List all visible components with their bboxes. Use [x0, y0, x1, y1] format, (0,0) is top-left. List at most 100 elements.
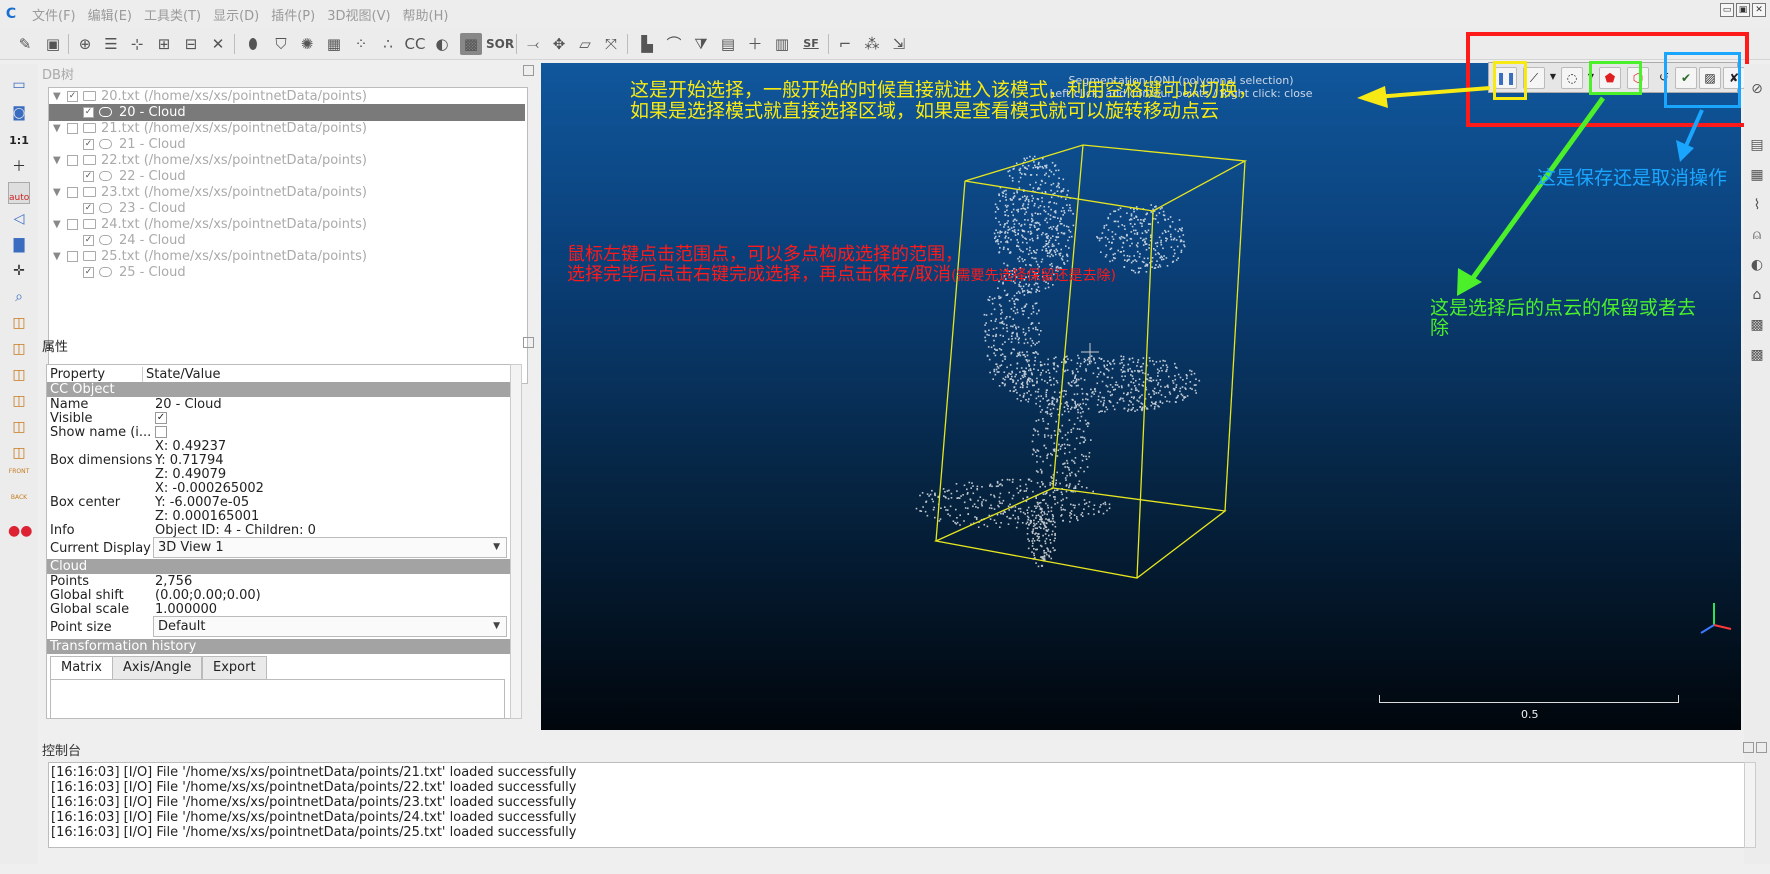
menu-help[interactable]: 帮助(H): [403, 5, 449, 24]
paint-icon[interactable]: ⬮: [242, 33, 264, 55]
render-icon[interactable]: ◐: [1746, 254, 1768, 276]
left-view-icon[interactable]: ◫: [8, 364, 30, 386]
console-scrollbar[interactable]: [1744, 762, 1756, 848]
tree-checkbox[interactable]: [67, 155, 78, 166]
tree-child[interactable]: ✓ 21 - Cloud: [49, 136, 525, 153]
list-icon[interactable]: ☰: [100, 33, 122, 55]
sample-icon[interactable]: ⁘: [350, 33, 372, 55]
grid2-icon[interactable]: ▩: [1746, 314, 1768, 336]
tree-checkbox[interactable]: [67, 219, 78, 230]
plane-icon[interactable]: ▱: [574, 33, 596, 55]
tree-checkbox[interactable]: [67, 187, 78, 198]
fit-icon[interactable]: ⤧: [600, 33, 622, 55]
grid3-icon[interactable]: ▩: [1746, 344, 1768, 366]
auto-pivot-button[interactable]: auto: [8, 182, 30, 204]
tree-checkbox[interactable]: ✓: [83, 267, 94, 278]
menu-edit[interactable]: 编辑(E): [88, 5, 132, 24]
export-icon[interactable]: ⇲: [888, 33, 910, 55]
gradient-icon[interactable]: ⌐: [834, 33, 856, 55]
sf-button[interactable]: SF: [798, 33, 824, 55]
menu-tools[interactable]: 工具类(T): [144, 5, 201, 24]
tree-checkbox[interactable]: [67, 123, 78, 134]
translate-rotate-icon[interactable]: ⊕: [74, 33, 96, 55]
no-entry-icon[interactable]: ⊘: [1746, 78, 1768, 100]
tree-node[interactable]: ▼ 21.txt (/home/xs/xs/pointnetData/point…: [49, 120, 525, 137]
tree-node[interactable]: ▼ ✓ 20.txt (/home/xs/xs/pointnetData/poi…: [49, 88, 525, 105]
align-icon[interactable]: ✥: [548, 33, 570, 55]
tree-node[interactable]: ▼ 23.txt (/home/xs/xs/pointnetData/point…: [49, 184, 525, 201]
screen-icon[interactable]: ▭: [8, 74, 30, 96]
tree-node[interactable]: ▼ 22.txt (/home/xs/xs/pointnetData/point…: [49, 152, 525, 169]
cc-icon[interactable]: CC: [404, 33, 426, 55]
tree-child[interactable]: ✓ 22 - Cloud: [49, 168, 525, 185]
tab-axis-angle[interactable]: Axis/Angle: [112, 656, 203, 680]
color-dots-icon[interactable]: ●●: [8, 520, 32, 542]
point-size-select[interactable]: Default ▼: [153, 616, 507, 637]
bottom-view-icon[interactable]: ◫: [8, 442, 30, 464]
add-sf-icon[interactable]: ＋: [744, 33, 766, 55]
stamp-icon[interactable]: ⍝: [1746, 224, 1768, 246]
menu-plugins[interactable]: 插件(P): [271, 5, 315, 24]
properties-scrollbar[interactable]: [510, 364, 522, 719]
expand-arrow-icon[interactable]: ▼: [53, 120, 61, 137]
tree-child[interactable]: ✓ 24 - Cloud: [49, 232, 525, 249]
segment-icon[interactable]: ⊟: [180, 33, 202, 55]
zoom-icon[interactable]: ⌕: [8, 286, 30, 308]
camera-icon[interactable]: ◙: [8, 102, 30, 124]
tree-checkbox[interactable]: ✓: [83, 203, 94, 214]
menu-file[interactable]: 文件(F): [32, 5, 76, 24]
front-view-icon[interactable]: ◫: [8, 338, 30, 360]
expand-arrow-icon[interactable]: ▼: [53, 184, 61, 201]
current-display-select[interactable]: 3D View 1 ▼: [153, 537, 507, 558]
tree-checkbox[interactable]: [67, 251, 78, 262]
ccpoints-icon[interactable]: ∴: [377, 33, 399, 55]
menu-3d-views[interactable]: 3D视图(V): [327, 5, 390, 24]
menu-display[interactable]: 显示(D): [213, 5, 259, 24]
checker-icon[interactable]: ▩: [460, 33, 482, 55]
pivot-icon[interactable]: ＋: [8, 156, 30, 178]
tree-checkbox[interactable]: ✓: [67, 91, 78, 102]
tree-child[interactable]: ✓ 25 - Cloud: [49, 264, 525, 281]
tree-checkbox[interactable]: ✓: [83, 139, 94, 150]
top-view-icon[interactable]: ◫: [8, 312, 30, 334]
restore-down-icon[interactable]: ▣: [1736, 3, 1750, 17]
expand-arrow-icon[interactable]: ▼: [53, 248, 61, 265]
float-panel-icon[interactable]: [523, 337, 534, 348]
expand-arrow-icon[interactable]: ▼: [53, 216, 61, 233]
tree-child[interactable]: ✓ 23 - Cloud: [49, 200, 525, 217]
grid-icon[interactable]: ▦: [1746, 164, 1768, 186]
shield-icon[interactable]: ⛉: [270, 33, 292, 55]
mesh-icon[interactable]: ▦: [323, 33, 345, 55]
tree-node[interactable]: ▼ 25.txt (/home/xs/xs/pointnetData/point…: [49, 248, 525, 265]
tree-child-selected[interactable]: ✓ 20 - Cloud: [49, 104, 525, 121]
subsample-icon[interactable]: ⊹: [126, 33, 148, 55]
brush-icon[interactable]: ⌇: [1746, 194, 1768, 216]
calc-icon[interactable]: ▥: [771, 33, 793, 55]
hpr-icon[interactable]: ⌂: [1746, 284, 1768, 306]
expand-arrow-icon[interactable]: ▼: [53, 152, 61, 169]
tree-checkbox[interactable]: ✓: [83, 107, 94, 118]
back-view-icon[interactable]: ◫: [8, 390, 30, 412]
tree-node[interactable]: ▼ 24.txt (/home/xs/xs/pointnetData/point…: [49, 216, 525, 233]
float-panel-icon[interactable]: [1743, 742, 1754, 753]
merge-icon[interactable]: ⊞: [153, 33, 175, 55]
gear-icon[interactable]: ✺: [296, 33, 318, 55]
object-icon[interactable]: ▇: [8, 234, 30, 256]
visible-checkbox[interactable]: ✓: [155, 412, 167, 424]
curve-icon[interactable]: ⌒: [663, 33, 685, 55]
tab-matrix[interactable]: Matrix: [50, 656, 113, 680]
histogram-icon[interactable]: ▙: [636, 33, 658, 55]
float-panel-icon[interactable]: [523, 65, 534, 76]
back-iso-button[interactable]: BACK: [8, 494, 30, 516]
open-icon[interactable]: ✎: [14, 33, 36, 55]
right-view-icon[interactable]: ◫: [8, 416, 30, 438]
tree-checkbox[interactable]: ✓: [83, 171, 94, 182]
close-panel-icon[interactable]: [1756, 742, 1767, 753]
expand-arrow-icon[interactable]: ▼: [53, 88, 61, 105]
zoom-one-to-one-button[interactable]: 1:1: [8, 130, 30, 152]
sf-table-icon[interactable]: ▤: [717, 33, 739, 55]
save-icon[interactable]: ▣: [42, 33, 64, 55]
sor-button[interactable]: SOR: [486, 33, 514, 55]
move-icon[interactable]: ✛: [8, 260, 30, 282]
filter-icon[interactable]: ⧩: [690, 33, 712, 55]
